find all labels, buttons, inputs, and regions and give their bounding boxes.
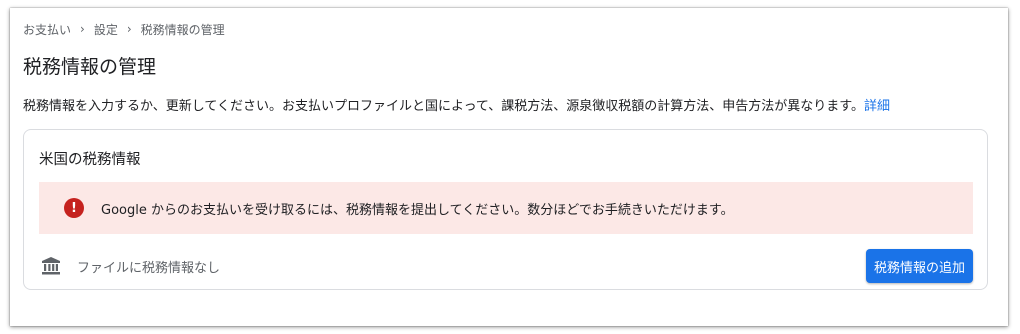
tax-info-card: 米国の税務情報 ! Google からのお支払いを受け取るには、税務情報を提出し…	[23, 129, 988, 290]
breadcrumb-item-payments[interactable]: お支払い	[23, 21, 71, 38]
alert-text: Google からのお支払いを受け取るには、税務情報を提出してください。数分ほど…	[101, 202, 734, 218]
window-frame: お支払い › 設定 › 税務情報の管理 税務情報の管理 税務情報を入力するか、更…	[10, 8, 1008, 326]
details-link[interactable]: 詳細	[864, 99, 890, 114]
tax-status-row: ファイルに税務情報なし 税務情報の追加	[39, 248, 973, 284]
breadcrumb: お支払い › 設定 › 税務情報の管理	[23, 21, 225, 37]
description-text: 税務情報を入力するか、更新してください。お支払いプロファイルと国によって、課税方…	[23, 99, 864, 114]
chevron-right-icon: ›	[126, 22, 132, 36]
breadcrumb-item-current: 税務情報の管理	[140, 22, 225, 37]
alert-banner: ! Google からのお支払いを受け取るには、税務情報を提出してください。数分…	[39, 182, 973, 234]
add-tax-info-button[interactable]: 税務情報の追加	[865, 249, 973, 283]
page-title: 税務情報の管理	[23, 56, 157, 78]
bank-icon	[42, 257, 60, 275]
no-tax-info-text: ファイルに税務情報なし	[77, 260, 221, 276]
breadcrumb-item-settings[interactable]: 設定	[94, 21, 118, 38]
error-icon: !	[64, 198, 84, 218]
card-title: 米国の税務情報	[39, 152, 141, 168]
chevron-right-icon: ›	[80, 22, 85, 36]
page-description: 税務情報を入力するか、更新してください。お支払いプロファイルと国によって、課税方…	[23, 95, 890, 114]
